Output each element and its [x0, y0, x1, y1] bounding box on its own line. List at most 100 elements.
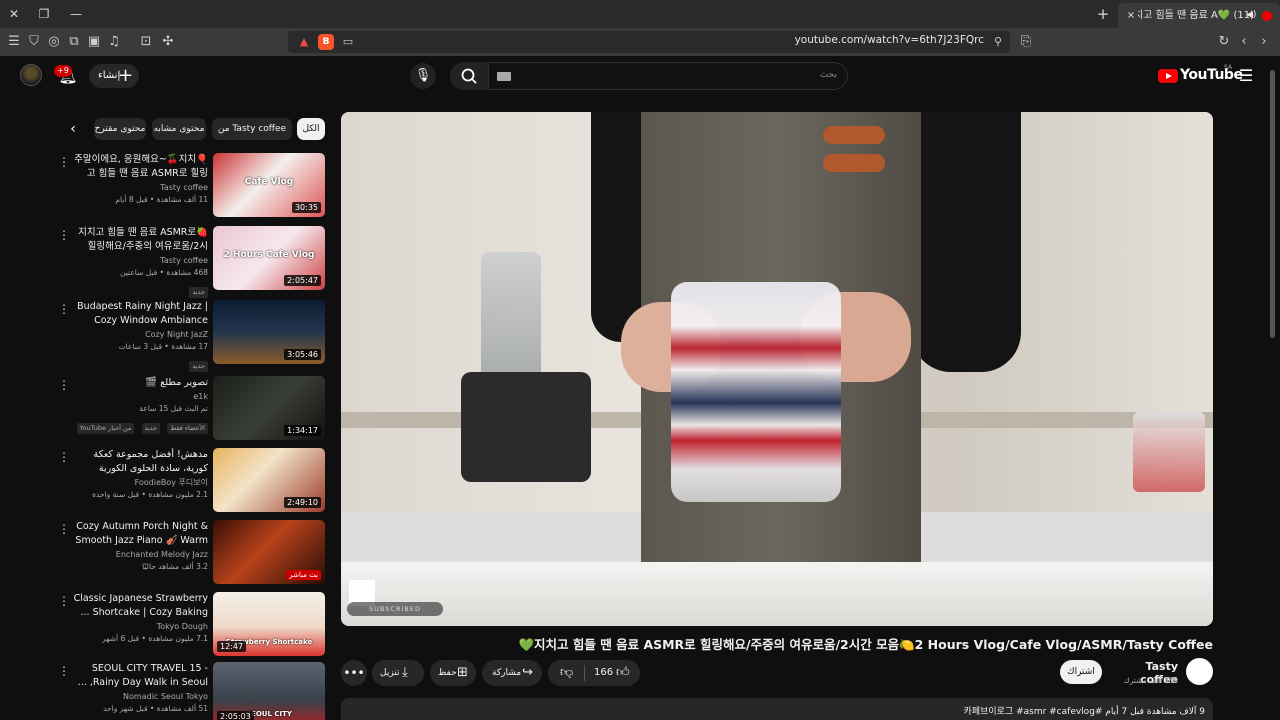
video-thumbnail[interactable]: 1:34:17	[213, 376, 325, 440]
scrollbar-thumb[interactable]	[1270, 70, 1275, 338]
more-options-icon[interactable]: ⋮	[58, 664, 70, 678]
dislike-icon[interactable]: 👎︎	[560, 660, 573, 686]
browser-tab-active[interactable]: × (11) 💚지치고 힘들 땐 음료 A ◀)	[1118, 3, 1280, 28]
reload-icon[interactable]: ↻	[1214, 32, 1234, 52]
reader-mode-icon[interactable]: ▭	[340, 34, 356, 50]
save-button[interactable]: ⊞ حفظ	[430, 660, 476, 686]
bookmark-icon[interactable]: ⎘	[1016, 32, 1036, 52]
list-item[interactable]: ⋮ SEOUL CITY TRAVEL 15 - Rainy Day Walk …	[56, 662, 328, 720]
video-thumbnail[interactable]: 2 Hours Cafe Vlog 2:05:47	[213, 226, 325, 290]
site-settings-icon[interactable]: ⚲	[990, 34, 1006, 50]
share-button[interactable]: ↪ مشاركة	[482, 660, 542, 686]
chip-recommended[interactable]: محتوى مقترح	[94, 118, 146, 140]
more-options-icon[interactable]: ⋮	[58, 155, 70, 169]
channel-name[interactable]: e1k	[70, 391, 208, 403]
brave-shields-icon[interactable]: B	[318, 34, 334, 50]
tab-close-icon[interactable]: ×	[1124, 3, 1138, 28]
chip-all[interactable]: الكل	[297, 118, 325, 140]
channel-avatar[interactable]	[1186, 658, 1213, 685]
more-options-icon[interactable]: ⋮	[58, 302, 70, 316]
notification-count-badge: +9	[54, 65, 72, 77]
extensions-icon[interactable]: ✣	[158, 32, 178, 52]
video-title[interactable]: Cozy Autumn Porch Night & Smooth Jazz Pi…	[70, 520, 208, 548]
video-thumbnail[interactable]: 3:05:46	[213, 300, 325, 364]
video-title[interactable]: SEOUL CITY TRAVEL 15 - Rainy Day Walk in…	[70, 662, 208, 690]
channel-name[interactable]: Nomadic Seoul Tokyo	[70, 691, 208, 703]
like-icon[interactable]: 👍︎	[616, 660, 630, 686]
video-thumbnail[interactable]: بث مباشر	[213, 520, 325, 584]
close-window-icon[interactable]: ✕	[4, 4, 24, 24]
music-icon[interactable]: ♫	[104, 32, 124, 52]
subscribe-button[interactable]: اشتراك	[1060, 660, 1102, 684]
youtube-masthead: 🔔︎ +9 إنشاء + 🎙︎ بحث YouTube SA ☰	[0, 56, 1280, 100]
guide-menu-icon[interactable]: ☰	[1236, 66, 1256, 86]
minimize-window-icon[interactable]: —	[66, 4, 86, 24]
channel-name[interactable]: Tasty coffee	[70, 182, 208, 194]
video-title[interactable]: Budapest Rainy Night Jazz | Cozy Window …	[70, 300, 208, 328]
new-badge: جديد	[189, 361, 208, 372]
video-thumbnail[interactable]: Strawberry Shortcake 12:47	[213, 592, 325, 656]
youtube-logo-text: YouTube	[1180, 67, 1243, 83]
chip-related[interactable]: محتوى مشابه	[152, 118, 206, 140]
new-tab-button[interactable]: +	[1094, 4, 1112, 24]
page-scrollbar[interactable]	[1270, 70, 1276, 720]
sidebar-icon[interactable]: ▣	[84, 32, 104, 52]
thumbnail-text: 2 Hours Cafe Vlog	[223, 250, 315, 260]
keyboard-icon[interactable]	[497, 72, 511, 81]
source-badge: من أخبار YouTube	[76, 423, 135, 434]
video-title[interactable]: 🍓지치고 힘들 땐 음료 ASMR로 힐링해요/주중의 여유로움/2시	[70, 226, 208, 254]
create-button[interactable]: إنشاء +	[89, 64, 139, 88]
more-options-icon[interactable]: ⋮	[58, 594, 70, 608]
more-options-icon[interactable]: ⋮	[58, 450, 70, 464]
video-description-box[interactable]: 9 آلاف مشاهدة قبل 7 أيام #카페브이로그 #asmr #…	[341, 698, 1213, 720]
video-thumbnail[interactable]: Cafe Vlog 30:35	[213, 153, 325, 217]
voice-search-mic-icon[interactable]: 🎙︎	[410, 63, 436, 89]
video-title[interactable]: 🎈주말이에요, 응원해요~🍒지치고 힘들 땐 음료 ASMR로 힐링	[70, 153, 208, 181]
youtube-logo[interactable]: YouTube SA	[1158, 64, 1243, 88]
channel-name[interactable]: Cozy Night JazZ	[70, 329, 208, 341]
list-item[interactable]: ⋮ تصوير مطلع 🎬 e1k تم البث قبل 15 ساعة ا…	[56, 376, 328, 444]
tabs-icon[interactable]: ⧉	[64, 32, 84, 52]
account-avatar[interactable]	[20, 64, 42, 86]
maximize-window-icon[interactable]: ❐	[34, 4, 54, 24]
list-item[interactable]: ⋮ 🎈주말이에요, 응원해요~🍒지치고 힘들 땐 음료 ASMR로 힐링 Tas…	[56, 153, 328, 221]
video-title[interactable]: تصوير مطلع 🎬	[70, 376, 208, 390]
more-options-icon[interactable]: ⋮	[58, 228, 70, 242]
search-button[interactable]	[450, 62, 488, 90]
download-button[interactable]: ⤓ تنزيل	[372, 660, 424, 686]
channel-name[interactable]: FoodieBoy 푸디보이	[70, 477, 208, 489]
channel-name[interactable]: Tokyo Dough	[70, 621, 208, 633]
back-icon[interactable]: ‹	[1234, 32, 1254, 52]
channel-name[interactable]: Tasty coffee	[70, 255, 208, 267]
video-player[interactable]: SUBSCRIBED	[341, 112, 1213, 626]
tab-audio-icon[interactable]: ◀)	[1246, 3, 1258, 28]
forward-icon[interactable]: ›	[1254, 32, 1274, 52]
video-thumbnail[interactable]: SEOUL CITY 2:05:03	[213, 662, 325, 720]
shield-icon[interactable]: ⛉	[24, 32, 44, 52]
vpn-icon[interactable]: ◎	[44, 32, 64, 52]
channel-name[interactable]: Enchanted Melody Jazz	[70, 549, 208, 561]
search-input[interactable]: بحث	[488, 62, 848, 90]
video-title[interactable]: مدهش! أفضل مجموعة كعكة كورية، سادة الحلو…	[70, 448, 208, 476]
list-item[interactable]: ⋮ 🍓지치고 힘들 땐 음료 ASMR로 힐링해요/주중의 여유로움/2시 Ta…	[56, 226, 328, 298]
list-item[interactable]: ⋮ Classic Japanese Strawberry Shortcake …	[56, 592, 328, 660]
video-thumbnail[interactable]: 2:49:10	[213, 448, 325, 512]
more-options-icon[interactable]: ⋮	[58, 522, 70, 536]
list-item[interactable]: ⋮ Budapest Rainy Night Jazz | Cozy Windo…	[56, 300, 328, 372]
more-actions-button[interactable]: •••	[341, 660, 367, 686]
video-title[interactable]: Classic Japanese Strawberry Shortcake | …	[70, 592, 208, 620]
address-bar[interactable]: ▲ B ▭ youtube.com/watch?v=6th7J23FQrc ⚲	[288, 31, 1010, 53]
channel-subscriber-count: 389 ألف مشترك	[1123, 676, 1178, 685]
list-item[interactable]: ⋮ مدهش! أفضل مجموعة كعكة كورية، سادة الح…	[56, 448, 328, 516]
brave-rewards-icon[interactable]: ▲	[296, 34, 312, 50]
new-badge: جديد	[189, 287, 208, 298]
screenshot-icon[interactable]: ⊡	[136, 32, 156, 52]
menu-icon[interactable]: ☰	[4, 32, 24, 52]
more-options-icon[interactable]: ⋮	[58, 378, 70, 392]
list-item[interactable]: ⋮ Cozy Autumn Porch Night & Smooth Jazz …	[56, 520, 328, 588]
like-separator	[584, 665, 585, 681]
chip-from-channel[interactable]: من Tasty coffee	[212, 118, 292, 140]
chips-prev-arrow-icon[interactable]: ‹	[62, 118, 84, 140]
like-count[interactable]: 166	[594, 660, 613, 686]
title-bar: ✕ ❐ — + × (11) 💚지치고 힘들 땐 음료 A ◀)	[0, 0, 1280, 28]
